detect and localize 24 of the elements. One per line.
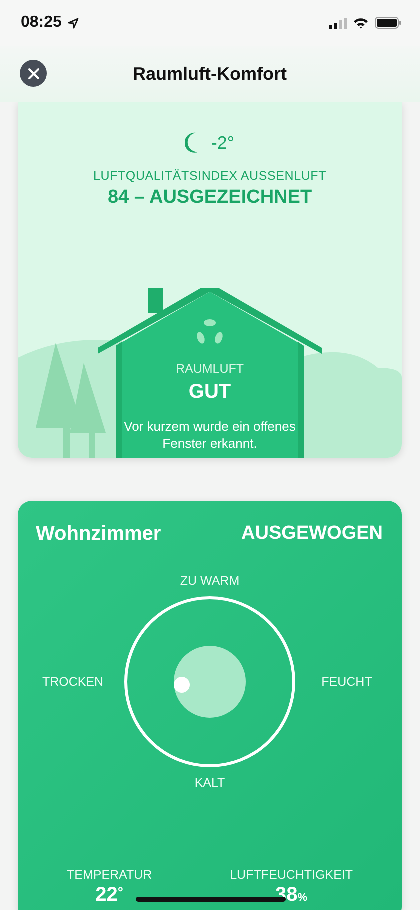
reading-label: TEMPERATUR — [66, 868, 152, 882]
reading-label: LUFTFEUCHTIGKEIT — [230, 868, 354, 882]
screen-title: Raumluft-Komfort — [133, 64, 287, 84]
indoor-air-label: RAUMLUFT — [176, 362, 244, 376]
axis-label: FEUCHT — [320, 675, 374, 689]
signal-icon — [329, 18, 347, 28]
outdoor-temperature: -2° — [211, 132, 235, 154]
moon-icon — [185, 132, 202, 154]
wifi-icon — [353, 17, 369, 29]
close-icon — [28, 68, 40, 80]
outdoor-index-label: LUFTQUALITÄTSINDEX AUSSENLUFT — [93, 169, 327, 183]
room-status: AUSGEWOGEN — [242, 523, 383, 546]
window-message: Vor kurzem wurde ein offenes Fenster erkannt. — [123, 418, 297, 452]
axis-label: TROCKEN — [41, 675, 105, 689]
battery-icon — [375, 17, 402, 29]
close-button[interactable] — [20, 60, 47, 87]
reading-value: 22° — [96, 884, 124, 907]
indoor-air-value: GUT — [188, 381, 232, 404]
status-time: 08:25 — [21, 14, 62, 32]
axis-label: KALT — [194, 776, 226, 790]
location-arrow-icon — [68, 18, 79, 28]
outdoor-index-value: 84 – AUSGEZEICHNET — [108, 187, 312, 209]
room-name: Wohnzimmer — [36, 523, 162, 546]
axis-label: ZU WARM — [180, 574, 240, 588]
